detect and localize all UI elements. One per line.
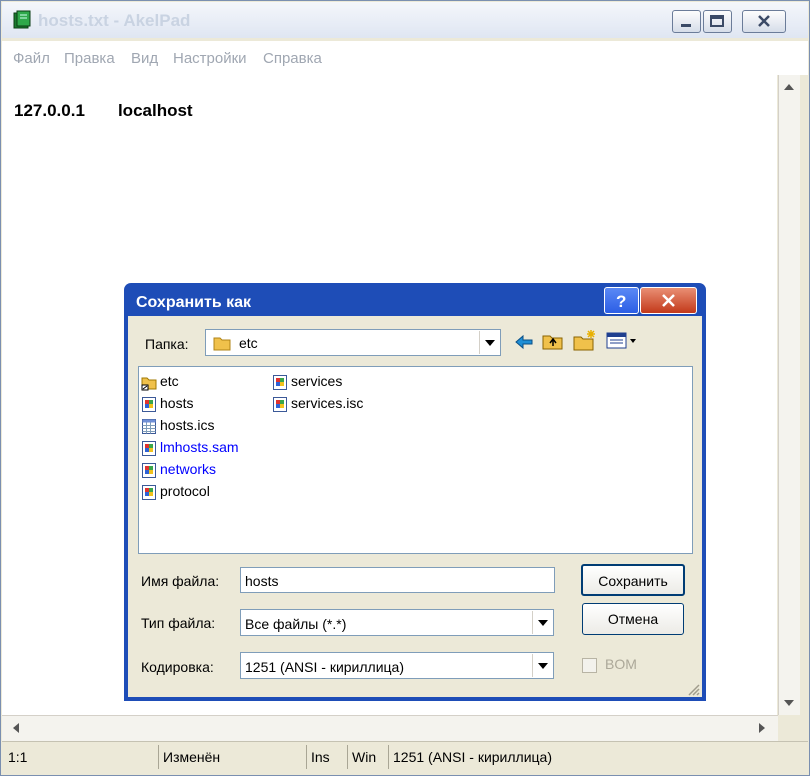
system-file-icon <box>272 396 288 413</box>
file-name: services.isc <box>291 395 364 411</box>
folder-value: etc <box>239 335 258 351</box>
svg-text:?: ? <box>616 292 626 311</box>
file-list-item[interactable]: networks <box>141 459 239 481</box>
system-file-icon <box>141 462 157 479</box>
folder-shortcut-icon <box>141 374 157 391</box>
folder-combobox[interactable]: etc <box>205 329 501 356</box>
vertical-scrollbar[interactable] <box>778 75 800 715</box>
menu-edit[interactable]: Правка <box>64 50 115 67</box>
system-file-icon <box>141 484 157 501</box>
file-list-column: etc hosts hosts.ics lmhosts.sam networks prot… <box>141 371 239 503</box>
system-file-icon <box>272 374 288 391</box>
filename-input[interactable]: hosts <box>240 567 555 593</box>
view-menu-icon[interactable] <box>606 331 640 351</box>
status-bar: 1:1 Изменён Ins Win 1251 (ANSI - кирилли… <box>2 741 808 774</box>
encoding-value: 1251 (ANSI - кириллица) <box>245 659 404 675</box>
filename-label: Имя файла: <box>141 573 220 589</box>
new-folder-icon[interactable] <box>573 329 597 351</box>
cancel-button[interactable]: Отмена <box>582 603 684 635</box>
file-list-item[interactable]: services <box>272 371 363 393</box>
system-file-icon <box>141 396 157 413</box>
menu-view[interactable]: Вид <box>131 50 158 67</box>
filetype-combobox[interactable]: Все файлы (*.*) <box>240 609 554 636</box>
status-modified: Изменён <box>158 745 304 769</box>
editor-line: 127.0.0.1 localhost <box>14 101 193 120</box>
save-button[interactable]: Сохранить <box>581 564 685 596</box>
file-name: etc <box>160 373 179 389</box>
window-title: hosts.txt - AkelPad <box>38 11 191 30</box>
file-name: hosts.ics <box>160 417 215 433</box>
status-insert-mode[interactable]: Ins <box>306 745 346 769</box>
window-titlebar[interactable]: hosts.txt - AkelPad <box>2 2 808 38</box>
up-folder-icon[interactable] <box>542 331 564 351</box>
encoding-label: Кодировка: <box>141 659 214 675</box>
back-arrow-icon[interactable] <box>514 333 534 351</box>
menu-help[interactable]: Справка <box>263 50 322 67</box>
filetype-value: Все файлы (*.*) <box>245 616 347 632</box>
scroll-right-icon[interactable] <box>758 723 766 733</box>
status-newline[interactable]: Win <box>347 745 387 769</box>
file-name: protocol <box>160 483 210 499</box>
chevron-down-icon[interactable] <box>532 611 552 634</box>
file-list-column: services services.isc <box>272 371 363 415</box>
file-list-item[interactable]: hosts <box>141 393 239 415</box>
folder-label: Папка: <box>145 336 189 352</box>
dialog-close-button[interactable] <box>640 287 697 314</box>
scroll-up-icon[interactable] <box>784 83 794 91</box>
menu-settings[interactable]: Настройки <box>173 50 247 67</box>
filetype-label: Тип файла: <box>141 615 216 631</box>
file-list-item[interactable]: services.isc <box>272 393 363 415</box>
system-file-icon <box>141 440 157 457</box>
file-name: lmhosts.sam <box>160 439 239 455</box>
file-list-item[interactable]: protocol <box>141 481 239 503</box>
bom-label: BOM <box>605 656 637 672</box>
menu-file[interactable]: Файл <box>13 50 50 67</box>
chevron-down-icon[interactable] <box>479 331 499 354</box>
close-button[interactable] <box>742 10 786 33</box>
encoding-combobox[interactable]: 1251 (ANSI - кириллица) <box>240 652 554 679</box>
save-as-dialog: Сохранить как ? Папка: etc etc hosts hosts… <box>124 283 706 701</box>
dialog-help-button[interactable]: ? <box>604 287 639 314</box>
status-encoding[interactable]: 1251 (ANSI - кириллица) <box>388 745 788 769</box>
dialog-body: Папка: etc etc hosts hosts.ics lmhosts.sam n… <box>128 316 702 697</box>
file-name: hosts <box>160 395 194 411</box>
filename-value: hosts <box>245 573 279 589</box>
file-list[interactable]: etc hosts hosts.ics lmhosts.sam networks prot… <box>138 366 693 554</box>
resize-grip-icon[interactable] <box>686 682 700 696</box>
akelpad-app-icon <box>12 10 32 30</box>
horizontal-scrollbar[interactable] <box>2 715 778 742</box>
maximize-button[interactable] <box>703 10 732 33</box>
menu-bar: Файл Правка Вид Настройки Справка <box>2 41 808 75</box>
scroll-down-icon[interactable] <box>784 699 794 707</box>
file-list-item[interactable]: lmhosts.sam <box>141 437 239 459</box>
chevron-down-icon[interactable] <box>532 654 552 677</box>
file-name: services <box>291 373 343 389</box>
status-position: 1:1 <box>8 749 28 765</box>
bom-checkbox[interactable] <box>582 658 597 673</box>
file-name: networks <box>160 461 217 477</box>
folder-icon <box>213 337 231 351</box>
table-file-icon <box>141 418 157 435</box>
minimize-button[interactable] <box>672 10 701 33</box>
file-list-item[interactable]: hosts.ics <box>141 415 239 437</box>
dialog-title: Сохранить как <box>136 294 252 311</box>
file-list-item[interactable]: etc <box>141 371 239 393</box>
scroll-left-icon[interactable] <box>12 723 20 733</box>
